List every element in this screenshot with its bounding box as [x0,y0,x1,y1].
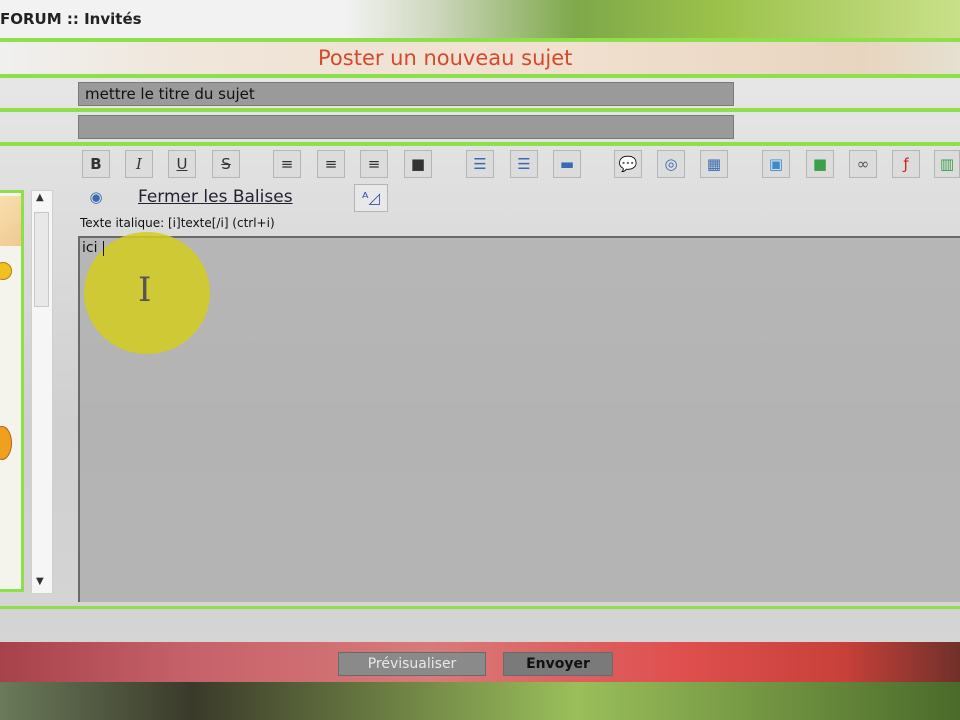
align-left-icon[interactable]: ≡ [273,150,301,178]
text-caret [103,241,104,256]
divider [0,606,960,609]
subject-input[interactable]: mettre le titre du sujet [78,82,734,106]
description-input[interactable] [78,115,734,139]
code-icon[interactable]: ◎ [657,150,685,178]
ibeam-cursor-icon: I [138,270,152,310]
table-icon[interactable]: ▦ [700,150,728,178]
video-icon[interactable]: ▥ [934,150,960,178]
bullet-list-icon[interactable]: ☰ [466,150,494,178]
align-right-icon[interactable]: ≡ [360,150,388,178]
divider [0,142,960,146]
scroll-down-icon[interactable]: ▼ [36,576,44,587]
link-icon[interactable]: ∞ [849,150,877,178]
strike-button[interactable]: S [212,150,240,178]
window-title: FORUM :: Invités [0,10,142,28]
font-style-icon[interactable]: ᴬ◿ [354,184,388,212]
italic-button[interactable]: I [125,150,153,178]
divider [0,74,960,78]
numbered-list-icon[interactable]: ☰ [510,150,538,178]
background-band [0,682,960,720]
underline-button[interactable]: U [168,150,196,178]
horizontal-rule-icon[interactable]: ▬ [553,150,581,178]
help-icon[interactable]: ◉ [82,184,110,212]
quote-icon[interactable]: 💬 [614,150,642,178]
smiley-thumbnail[interactable] [0,196,21,246]
close-tags-link[interactable]: Fermer les Balises [138,187,293,207]
image-icon[interactable]: ▣ [762,150,790,178]
page-title: Poster un nouveau sujet [318,46,573,70]
preview-button[interactable]: Prévisualiser [338,652,486,676]
bold-button[interactable]: B [82,150,110,178]
divider [0,108,960,112]
send-button[interactable]: Envoyer [503,652,613,676]
flash-icon[interactable]: ƒ [892,150,920,178]
message-text: ici [82,240,98,256]
message-textarea[interactable] [78,236,960,602]
align-center-icon[interactable]: ≡ [317,150,345,178]
scroll-up-icon[interactable]: ▲ [36,192,44,203]
scrollbar-thumb[interactable] [34,212,49,307]
toolbar-hint: Texte italique: [i]texte[/i] (ctrl+i) [80,216,275,230]
justify-icon[interactable]: ■ [404,150,432,178]
media-icon[interactable]: ■ [806,150,834,178]
top-bar [0,0,960,38]
smilies-panel [0,190,24,592]
